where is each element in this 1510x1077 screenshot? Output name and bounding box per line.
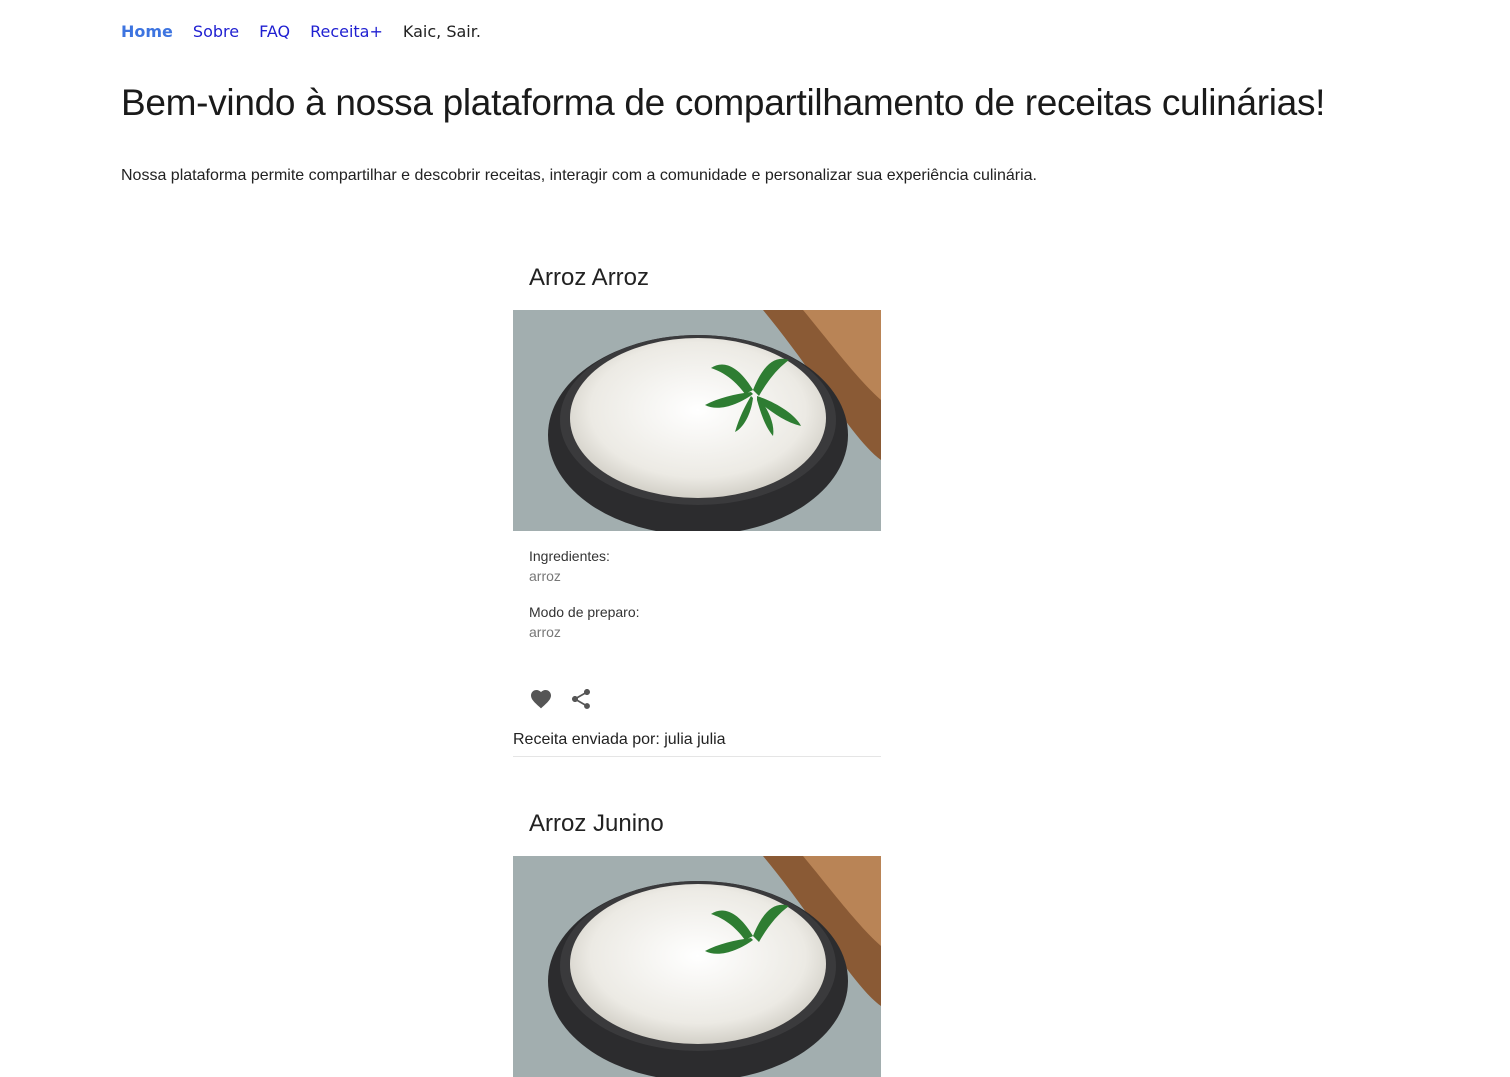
recipe-title: Arroz Junino (529, 810, 664, 837)
nav-add-recipe-link[interactable]: Receita+ (310, 22, 383, 41)
page-title: Bem-vindo à nossa plataforma de comparti… (121, 82, 1326, 123)
share-icon[interactable] (569, 687, 593, 711)
recipe-details: Ingredientes: arroz Modo de preparo: arr… (513, 531, 881, 642)
recipe-title: Arroz Arroz (529, 264, 650, 291)
heart-icon[interactable] (529, 687, 553, 711)
recipe-author: Receita enviada por: julia julia (513, 728, 881, 757)
recipe-actions (513, 687, 881, 711)
nav-faq-link[interactable]: FAQ (259, 22, 290, 41)
recipe-card: Arroz Junino (513, 808, 881, 1077)
recipe-image (513, 856, 881, 1077)
nav-about-link[interactable]: Sobre (193, 22, 239, 41)
method-label: Modo de preparo: (529, 604, 640, 620)
recipe-image (513, 310, 881, 531)
recipe-card: Arroz Arroz Ingredientes: arroz Modo de … (513, 262, 881, 757)
ingredients-value: arroz (529, 568, 561, 584)
method-value: arroz (529, 624, 561, 640)
nav-home-link[interactable]: Home (121, 22, 173, 41)
intro-text: Nossa plataforma permite compartilhar e … (121, 167, 1037, 184)
user-logout-link[interactable]: Kaic, Sair. (403, 22, 481, 41)
ingredients-label: Ingredientes: (529, 548, 610, 564)
top-nav: Home Sobre FAQ Receita+ Kaic, Sair. (121, 22, 481, 41)
